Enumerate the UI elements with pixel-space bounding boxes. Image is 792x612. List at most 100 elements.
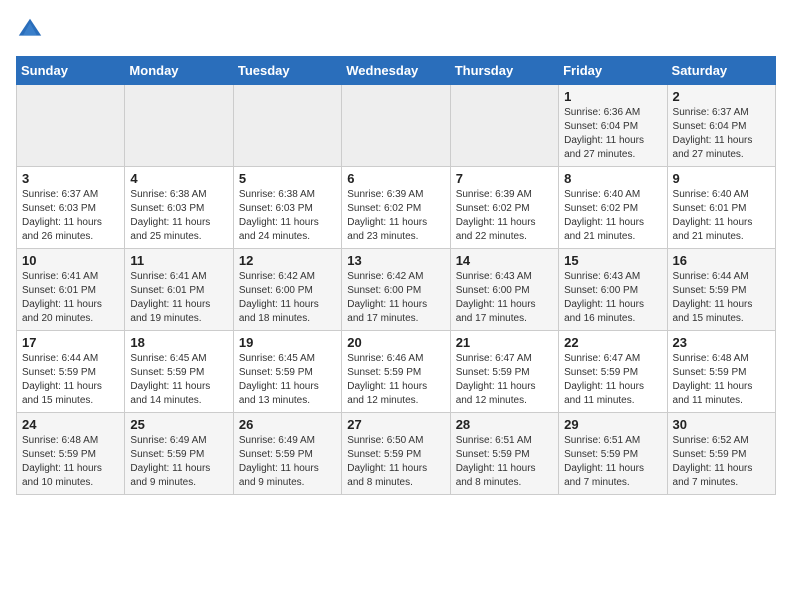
day-info: Sunrise: 6:38 AMSunset: 6:03 PMDaylight:…: [239, 188, 336, 244]
calendar-week-row: 10 Sunrise: 6:41 AMSunset: 6:01 PMDayligh…: [17, 249, 776, 331]
day-info: Sunrise: 6:45 AMSunset: 5:59 PMDaylight:…: [130, 352, 227, 408]
calendar-cell: 26 Sunrise: 6:49 AMSunset: 5:59 PMDayligh…: [233, 413, 341, 495]
header-tuesday: Tuesday: [233, 57, 341, 85]
day-number: 12: [239, 253, 336, 268]
day-number: 18: [130, 335, 227, 350]
calendar-week-row: 17 Sunrise: 6:44 AMSunset: 5:59 PMDayligh…: [17, 331, 776, 413]
day-info: Sunrise: 6:50 AMSunset: 5:59 PMDaylight:…: [347, 434, 444, 490]
day-info: Sunrise: 6:44 AMSunset: 5:59 PMDaylight:…: [22, 352, 119, 408]
day-number: 28: [456, 417, 553, 432]
calendar-cell: 9 Sunrise: 6:40 AMSunset: 6:01 PMDaylight…: [667, 167, 775, 249]
calendar-cell: 3 Sunrise: 6:37 AMSunset: 6:03 PMDaylight…: [17, 167, 125, 249]
day-info: Sunrise: 6:37 AMSunset: 6:04 PMDaylight:…: [673, 106, 770, 162]
day-info: Sunrise: 6:42 AMSunset: 6:00 PMDaylight:…: [239, 270, 336, 326]
day-info: Sunrise: 6:49 AMSunset: 5:59 PMDaylight:…: [130, 434, 227, 490]
day-number: 9: [673, 171, 770, 186]
calendar-table: SundayMondayTuesdayWednesdayThursdayFrid…: [16, 56, 776, 495]
day-number: 5: [239, 171, 336, 186]
day-number: 14: [456, 253, 553, 268]
day-number: 25: [130, 417, 227, 432]
calendar-cell: 19Sunrise: 6:45 AMSunset: 5:59 PMDayligh…: [233, 331, 341, 413]
logo-icon: [16, 16, 44, 44]
calendar-cell: [450, 85, 558, 167]
calendar-cell: 24 Sunrise: 6:48 AMSunset: 5:59 PMDayligh…: [17, 413, 125, 495]
calendar-week-row: 3 Sunrise: 6:37 AMSunset: 6:03 PMDaylight…: [17, 167, 776, 249]
day-info: Sunrise: 6:48 AMSunset: 5:59 PMDaylight:…: [673, 352, 770, 408]
header-monday: Monday: [125, 57, 233, 85]
day-info: Sunrise: 6:38 AMSunset: 6:03 PMDaylight:…: [130, 188, 227, 244]
calendar-cell: [233, 85, 341, 167]
calendar-cell: [125, 85, 233, 167]
calendar-cell: 21 Sunrise: 6:47 AMSunset: 5:59 PMDayligh…: [450, 331, 558, 413]
calendar-cell: 15 Sunrise: 6:43 AMSunset: 6:00 PMDayligh…: [559, 249, 667, 331]
calendar-cell: 7 Sunrise: 6:39 AMSunset: 6:02 PMDaylight…: [450, 167, 558, 249]
calendar-cell: 1Sunrise: 6:36 AMSunset: 6:04 PMDaylight…: [559, 85, 667, 167]
calendar-week-row: 1Sunrise: 6:36 AMSunset: 6:04 PMDaylight…: [17, 85, 776, 167]
day-number: 22: [564, 335, 661, 350]
day-info: Sunrise: 6:40 AMSunset: 6:02 PMDaylight:…: [564, 188, 661, 244]
day-info: Sunrise: 6:41 AMSunset: 6:01 PMDaylight:…: [130, 270, 227, 326]
calendar-week-row: 24 Sunrise: 6:48 AMSunset: 5:59 PMDayligh…: [17, 413, 776, 495]
day-number: 30: [673, 417, 770, 432]
calendar-cell: 5 Sunrise: 6:38 AMSunset: 6:03 PMDaylight…: [233, 167, 341, 249]
day-info: Sunrise: 6:45 AMSunset: 5:59 PMDaylight:…: [239, 352, 336, 408]
day-number: 7: [456, 171, 553, 186]
day-info: Sunrise: 6:51 AMSunset: 5:59 PMDaylight:…: [564, 434, 661, 490]
calendar-cell: 20Sunrise: 6:46 AMSunset: 5:59 PMDayligh…: [342, 331, 450, 413]
day-info: Sunrise: 6:52 AMSunset: 5:59 PMDaylight:…: [673, 434, 770, 490]
day-number: 21: [456, 335, 553, 350]
header-wednesday: Wednesday: [342, 57, 450, 85]
calendar-cell: 8Sunrise: 6:40 AMSunset: 6:02 PMDaylight…: [559, 167, 667, 249]
calendar-cell: 29 Sunrise: 6:51 AMSunset: 5:59 PMDayligh…: [559, 413, 667, 495]
day-number: 6: [347, 171, 444, 186]
day-number: 13: [347, 253, 444, 268]
day-info: Sunrise: 6:49 AMSunset: 5:59 PMDaylight:…: [239, 434, 336, 490]
calendar-cell: 6 Sunrise: 6:39 AMSunset: 6:02 PMDaylight…: [342, 167, 450, 249]
calendar-cell: 4 Sunrise: 6:38 AMSunset: 6:03 PMDaylight…: [125, 167, 233, 249]
calendar-cell: 23 Sunrise: 6:48 AMSunset: 5:59 PMDayligh…: [667, 331, 775, 413]
day-number: 20: [347, 335, 444, 350]
day-number: 1: [564, 89, 661, 104]
calendar-cell: 22 Sunrise: 6:47 AMSunset: 5:59 PMDayligh…: [559, 331, 667, 413]
calendar-cell: [342, 85, 450, 167]
day-info: Sunrise: 6:40 AMSunset: 6:01 PMDaylight:…: [673, 188, 770, 244]
day-number: 2: [673, 89, 770, 104]
day-number: 23: [673, 335, 770, 350]
calendar-cell: [17, 85, 125, 167]
calendar-cell: 30 Sunrise: 6:52 AMSunset: 5:59 PMDayligh…: [667, 413, 775, 495]
calendar-cell: 10 Sunrise: 6:41 AMSunset: 6:01 PMDayligh…: [17, 249, 125, 331]
day-info: Sunrise: 6:37 AMSunset: 6:03 PMDaylight:…: [22, 188, 119, 244]
header-friday: Friday: [559, 57, 667, 85]
calendar-cell: 17 Sunrise: 6:44 AMSunset: 5:59 PMDayligh…: [17, 331, 125, 413]
day-info: Sunrise: 6:47 AMSunset: 5:59 PMDaylight:…: [564, 352, 661, 408]
calendar-cell: 16 Sunrise: 6:44 AMSunset: 5:59 PMDayligh…: [667, 249, 775, 331]
page-header: [16, 16, 776, 44]
day-info: Sunrise: 6:39 AMSunset: 6:02 PMDaylight:…: [347, 188, 444, 244]
calendar-cell: 14Sunrise: 6:43 AMSunset: 6:00 PMDayligh…: [450, 249, 558, 331]
day-number: 15: [564, 253, 661, 268]
day-info: Sunrise: 6:44 AMSunset: 5:59 PMDaylight:…: [673, 270, 770, 326]
day-info: Sunrise: 6:42 AMSunset: 6:00 PMDaylight:…: [347, 270, 444, 326]
header-thursday: Thursday: [450, 57, 558, 85]
day-info: Sunrise: 6:43 AMSunset: 6:00 PMDaylight:…: [564, 270, 661, 326]
day-info: Sunrise: 6:51 AMSunset: 5:59 PMDaylight:…: [456, 434, 553, 490]
day-number: 29: [564, 417, 661, 432]
day-number: 4: [130, 171, 227, 186]
day-info: Sunrise: 6:39 AMSunset: 6:02 PMDaylight:…: [456, 188, 553, 244]
calendar-cell: 18 Sunrise: 6:45 AMSunset: 5:59 PMDayligh…: [125, 331, 233, 413]
day-number: 3: [22, 171, 119, 186]
day-info: Sunrise: 6:48 AMSunset: 5:59 PMDaylight:…: [22, 434, 119, 490]
day-number: 11: [130, 253, 227, 268]
day-number: 24: [22, 417, 119, 432]
day-number: 10: [22, 253, 119, 268]
day-number: 16: [673, 253, 770, 268]
day-number: 26: [239, 417, 336, 432]
header-saturday: Saturday: [667, 57, 775, 85]
calendar-cell: 2 Sunrise: 6:37 AMSunset: 6:04 PMDaylight…: [667, 85, 775, 167]
calendar-cell: 28 Sunrise: 6:51 AMSunset: 5:59 PMDayligh…: [450, 413, 558, 495]
calendar-cell: 27Sunrise: 6:50 AMSunset: 5:59 PMDayligh…: [342, 413, 450, 495]
day-number: 17: [22, 335, 119, 350]
day-info: Sunrise: 6:41 AMSunset: 6:01 PMDaylight:…: [22, 270, 119, 326]
day-info: Sunrise: 6:47 AMSunset: 5:59 PMDaylight:…: [456, 352, 553, 408]
calendar-cell: 13 Sunrise: 6:42 AMSunset: 6:00 PMDayligh…: [342, 249, 450, 331]
